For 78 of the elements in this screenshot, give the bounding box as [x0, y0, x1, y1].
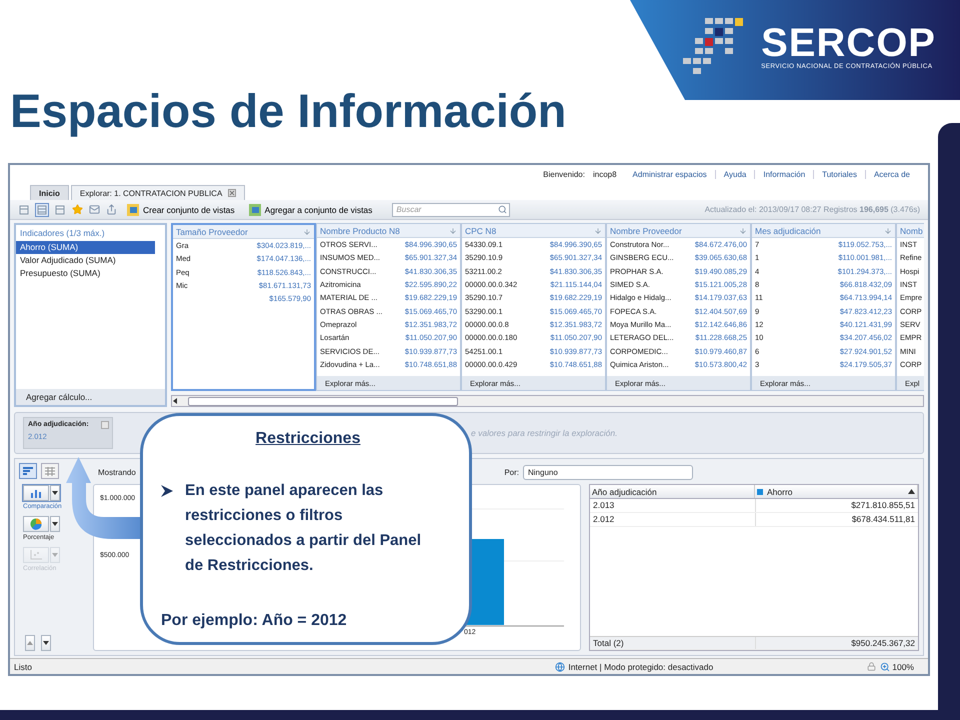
security-zone: Internet | Modo protegido: desactivado — [568, 662, 714, 672]
column-title: Tamaño Proveedor — [176, 226, 248, 236]
zoom-icon[interactable] — [880, 662, 890, 672]
add-calculation-link[interactable]: Agregar cálculo... — [16, 389, 165, 405]
column-title: Nombre Proveedor — [610, 226, 682, 236]
tab[interactable]: Inicio — [30, 185, 69, 200]
callout-text: En este panel aparecen las restricciones o filtros seleccionados a partir del Panel de Restricciones. — [185, 481, 422, 576]
welcome-label: Bienvenido: — [543, 170, 585, 178]
chart-view-button[interactable] — [19, 463, 37, 479]
column-header[interactable]: Ahorro — [755, 485, 918, 498]
zoom-level[interactable]: 100% — [892, 662, 914, 672]
indicator-item[interactable]: Ahorro (SUMA) — [16, 241, 155, 254]
legend-marker-icon — [757, 488, 763, 494]
table-cell: $271.810.855,51 — [755, 499, 918, 512]
layout-icon[interactable] — [36, 204, 48, 216]
group-by-label: Por: — [504, 468, 519, 476]
scroll-left-icon[interactable] — [172, 398, 178, 404]
lock-icon[interactable] — [867, 662, 876, 671]
caret-icon — [52, 522, 58, 526]
status-text: Listo — [14, 662, 32, 672]
nav-link[interactable]: Acerca de — [864, 170, 918, 178]
layout-icon[interactable] — [54, 204, 66, 216]
logo-name: SERCOP — [761, 22, 936, 62]
column-title: Nomb — [900, 226, 923, 236]
sort-icon[interactable] — [908, 489, 915, 494]
pie-chart-icon — [30, 518, 42, 530]
nav-link[interactable]: Tutoriales — [813, 170, 865, 178]
scrollbar[interactable] — [171, 395, 924, 407]
nav-link[interactable]: Administrar espacios — [624, 170, 715, 178]
nav-link[interactable]: Ayuda — [714, 170, 754, 178]
caret-up-icon — [27, 641, 33, 645]
nav-link[interactable]: Información — [754, 170, 814, 178]
tab[interactable]: Explorar: 1. CONTRATACION PUBLICA — [70, 185, 246, 200]
toolbar-button[interactable]: Crear conjunto de vistas — [123, 204, 239, 216]
restrictions-hint: e valores para restringir la exploración. — [471, 428, 618, 438]
bar-chart-icon — [30, 488, 42, 498]
view-set-icon — [127, 204, 139, 216]
search-icon[interactable] — [498, 204, 508, 214]
panel-title: Indicadores (1/3 máx.) — [19, 227, 106, 240]
column-title: Nombre Producto N8 — [320, 226, 400, 236]
caret-icon — [43, 641, 49, 645]
user-name: incop8 — [592, 170, 617, 178]
chart-lines-icon — [23, 466, 33, 476]
table-view-button[interactable] — [41, 463, 59, 479]
share-icon[interactable] — [106, 204, 117, 215]
column-title: CPC N8 — [465, 226, 496, 236]
table-cell: $678.434.511,81 — [755, 513, 918, 526]
toolbar-button[interactable]: Agregar a conjunto de vistas — [244, 204, 376, 216]
total-label: Total (2) — [592, 637, 625, 649]
close-icon[interactable] — [101, 421, 109, 429]
bullet-arrow-icon — [161, 485, 173, 497]
update-status: Actualizado el: 2013/09/17 08:27 Registros 196,695 (3.476s) — [704, 205, 920, 214]
scroll-down-button[interactable] — [41, 635, 51, 651]
scroll-up-button[interactable] — [25, 635, 35, 651]
column-header[interactable]: Año adjudicación — [590, 485, 755, 498]
mail-icon[interactable] — [89, 204, 100, 215]
grid-icon — [45, 466, 55, 476]
callout-title: Restricciones — [256, 430, 360, 448]
group-by-select[interactable]: Ninguno — [523, 464, 693, 480]
indicator-item[interactable]: Presupuesto (SUMA) — [16, 267, 165, 280]
search-field[interactable]: Buscar — [392, 202, 510, 216]
globe-icon — [555, 662, 566, 672]
showing-label: Mostrando — [98, 468, 136, 476]
star-icon[interactable] — [72, 204, 83, 215]
view-set-icon — [248, 204, 261, 216]
close-icon[interactable] — [228, 189, 236, 197]
column-title: Mes adjudicación — [755, 226, 821, 236]
caret-icon — [52, 553, 58, 557]
callout-example: Por ejemplo: Año = 2012 — [161, 612, 348, 630]
total-value: $950.245.367,32 — [755, 637, 918, 649]
table-cell-text: 2.012 — [592, 513, 616, 526]
slide-title: Espacios de Información — [10, 83, 566, 138]
layout-icon[interactable] — [18, 204, 30, 216]
table-cell-text: 2.013 — [592, 499, 616, 512]
indicator-item[interactable]: Valor Adjudicado (SUMA) — [16, 254, 165, 267]
caret-icon — [52, 491, 58, 495]
scroll-thumb[interactable] — [188, 396, 458, 406]
scatter-chart-icon — [30, 550, 42, 560]
